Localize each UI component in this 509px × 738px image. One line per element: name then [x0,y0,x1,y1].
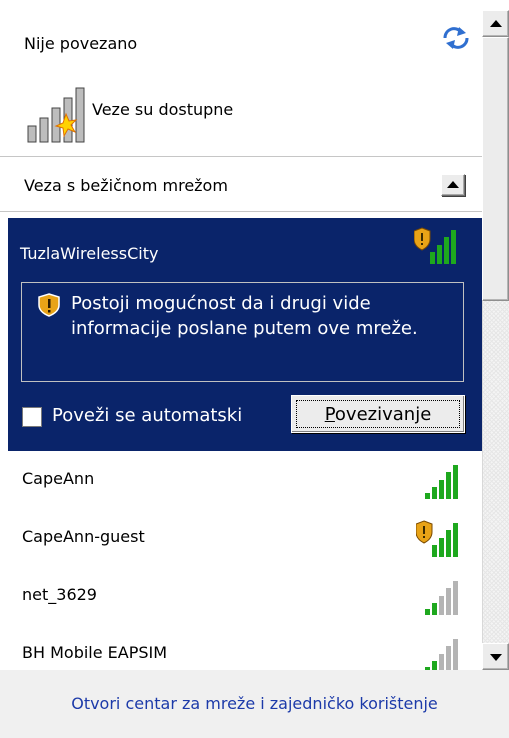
network-center-link[interactable]: Otvori centar za mreže i zajedničko kori… [0,694,509,713]
security-warning-box: Postoji mogućnost da i drugi vide inform… [21,282,464,382]
selected-network[interactable]: TuzlaWirelessCity Postoji mogućnost da i… [8,218,482,451]
security-warning-text: Postoji mogućnost da i drugi vide inform… [71,293,418,339]
scroll-up-button[interactable] [482,10,509,37]
section-title: Veza s bežičnom mrežom [24,176,228,195]
auto-connect-checkbox[interactable] [22,407,42,427]
network-list-item[interactable]: net_3629 [8,569,482,627]
footer: Otvori centar za mreže i zajedničko kori… [0,670,509,738]
chevron-up-icon [447,181,459,188]
connect-button[interactable]: Povezivanje [291,395,465,433]
network-name: CapeAnn-guest [22,527,145,546]
network-list-item[interactable]: CapeAnn-guest [8,511,482,569]
collapse-button[interactable] [441,174,465,196]
signal-star-icon [27,87,85,143]
network-name: BH Mobile EAPSIM [22,643,168,662]
signal-strength-icon [425,581,458,615]
connection-status-title: Nije povezano [24,34,138,53]
shield-signal-icon [414,227,456,264]
scrollbar-thumb[interactable] [482,37,509,301]
network-name: net_3629 [22,585,97,604]
arrow-down-icon [490,654,502,661]
signal-strength-icon [425,465,458,499]
connect-button-label: Povezivanje [325,404,432,425]
connect-button-label-rest: ovezivanje [334,403,432,425]
arrow-up-icon [490,20,502,27]
network-list-item[interactable]: CapeAnn [8,453,482,511]
divider [0,156,482,157]
scroll-down-button[interactable] [482,643,509,670]
shield-signal-icon [416,520,458,557]
vertical-scrollbar[interactable] [482,10,509,670]
auto-connect-label[interactable]: Poveži se automatski [52,405,242,426]
shield-warning-icon [38,293,60,317]
connection-status-subtitle: Veze su dostupne [92,100,234,119]
selected-network-name: TuzlaWirelessCity [20,244,159,263]
network-list-item[interactable]: BH Mobile EAPSIM [8,627,482,670]
connect-button-accesskey: P [324,403,335,425]
signal-strength-icon [425,639,458,670]
divider [0,211,482,212]
wireless-network-panel: Nije povezano Veze su dostupne Veza s be… [0,0,509,738]
network-name: CapeAnn [22,469,95,488]
refresh-icon[interactable] [441,26,471,50]
